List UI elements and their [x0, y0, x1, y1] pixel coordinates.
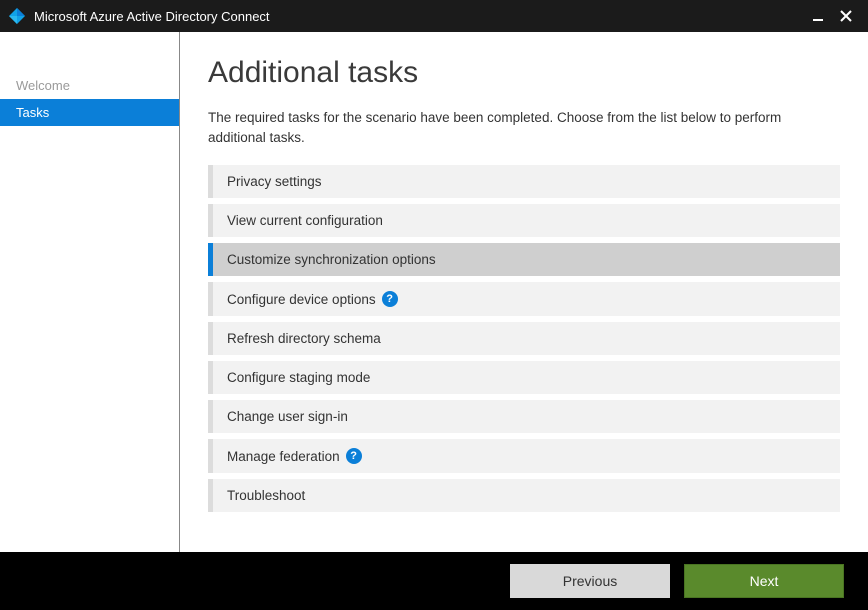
button-label: Next: [750, 573, 779, 589]
page-heading: Additional tasks: [208, 56, 840, 90]
minimize-button[interactable]: [804, 0, 832, 32]
next-button[interactable]: Next: [684, 564, 844, 598]
task-privacy-settings[interactable]: Privacy settings: [208, 165, 840, 198]
task-label: View current configuration: [227, 213, 383, 228]
close-button[interactable]: [832, 0, 860, 32]
task-label: Privacy settings: [227, 174, 322, 189]
help-icon[interactable]: ?: [346, 448, 362, 464]
task-troubleshoot[interactable]: Troubleshoot: [208, 479, 840, 512]
sidebar-item-welcome[interactable]: Welcome: [0, 72, 179, 99]
task-customize-synchronization-options[interactable]: Customize synchronization options: [208, 243, 840, 276]
task-configure-staging-mode[interactable]: Configure staging mode: [208, 361, 840, 394]
task-list: Privacy settings View current configurat…: [208, 165, 840, 512]
button-label: Previous: [563, 573, 617, 589]
footer: Previous Next: [0, 552, 868, 610]
sidebar-item-label: Welcome: [16, 78, 70, 93]
window-root: Microsoft Azure Active Directory Connect…: [0, 0, 868, 610]
task-configure-device-options[interactable]: Configure device options ?: [208, 282, 840, 316]
window-title: Microsoft Azure Active Directory Connect: [34, 9, 804, 24]
task-label: Troubleshoot: [227, 488, 305, 503]
page-description: The required tasks for the scenario have…: [208, 108, 840, 147]
task-label: Configure device options: [227, 292, 376, 307]
task-manage-federation[interactable]: Manage federation ?: [208, 439, 840, 473]
task-refresh-directory-schema[interactable]: Refresh directory schema: [208, 322, 840, 355]
titlebar: Microsoft Azure Active Directory Connect: [0, 0, 868, 32]
task-change-user-sign-in[interactable]: Change user sign-in: [208, 400, 840, 433]
azure-logo-icon: [8, 7, 26, 25]
task-label: Customize synchronization options: [227, 252, 436, 267]
task-view-current-configuration[interactable]: View current configuration: [208, 204, 840, 237]
previous-button[interactable]: Previous: [510, 564, 670, 598]
sidebar: Welcome Tasks: [0, 32, 180, 552]
task-label: Manage federation: [227, 449, 340, 464]
body: Welcome Tasks Additional tasks The requi…: [0, 32, 868, 552]
help-icon[interactable]: ?: [382, 291, 398, 307]
task-label: Refresh directory schema: [227, 331, 381, 346]
task-label: Change user sign-in: [227, 409, 348, 424]
task-label: Configure staging mode: [227, 370, 370, 385]
sidebar-item-tasks[interactable]: Tasks: [0, 99, 179, 126]
sidebar-item-label: Tasks: [16, 105, 49, 120]
main-panel: Additional tasks The required tasks for …: [180, 32, 868, 552]
